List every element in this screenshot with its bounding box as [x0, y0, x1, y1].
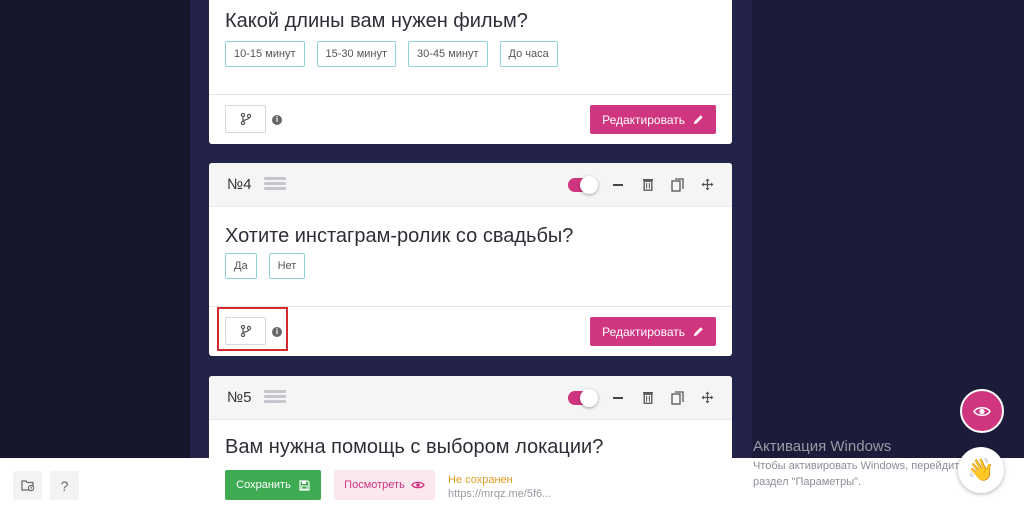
folder-clock-button[interactable] — [13, 471, 42, 500]
waving-hand-icon[interactable]: 👋 — [958, 447, 1004, 493]
question-text: Вам нужна помощь с выбором локации? — [225, 436, 604, 458]
answer-list: Да Нет — [225, 253, 306, 279]
question-text: Хотите инстаграм-ролик со свадьбы? — [225, 225, 574, 247]
move-icon[interactable] — [699, 389, 716, 406]
copy-icon[interactable] — [669, 389, 686, 406]
pencil-icon — [693, 327, 703, 337]
edit-button-label: Редактировать — [602, 324, 685, 339]
branch-button[interactable] — [225, 105, 266, 133]
branch-icon — [240, 113, 251, 125]
info-icon[interactable]: i — [272, 115, 282, 125]
question-text: Какой длины вам нужен фильм? — [225, 10, 528, 32]
copy-icon[interactable] — [669, 176, 686, 193]
edit-button[interactable]: Редактировать — [590, 317, 716, 346]
left-panel — [0, 0, 190, 513]
card-divider — [209, 94, 732, 95]
pencil-icon — [693, 115, 703, 125]
enable-toggle[interactable] — [568, 388, 598, 407]
edit-button-label: Редактировать — [602, 112, 685, 127]
quiz-url[interactable]: https://mrqz.me/5f6... — [448, 488, 551, 500]
list-icon[interactable] — [264, 177, 286, 193]
answer-chip[interactable]: Нет — [268, 253, 306, 279]
folder-clock-icon — [20, 480, 34, 492]
trash-icon[interactable] — [639, 389, 656, 406]
help-button[interactable]: ? — [50, 471, 79, 500]
question-number: №5 — [227, 389, 252, 406]
question-number: №4 — [227, 176, 252, 193]
preview-button[interactable]: Посмотреть — [334, 470, 435, 500]
answer-list: 10-15 минут 15-30 минут 30-45 минут До ч… — [225, 41, 558, 67]
preview-button-label: Посмотреть — [344, 479, 405, 491]
card-controls — [568, 388, 716, 407]
windows-activation-title: Активация Windows — [753, 438, 892, 455]
answer-chip[interactable]: 15-30 минут — [316, 41, 397, 67]
preview-fab[interactable] — [960, 389, 1004, 433]
minus-icon[interactable] — [609, 176, 626, 193]
answer-chip[interactable]: 10-15 минут — [225, 41, 305, 67]
move-icon[interactable] — [699, 176, 716, 193]
card-header: №5 — [209, 376, 732, 420]
question-card-3: Какой длины вам нужен фильм? 10-15 минут… — [209, 0, 732, 144]
edit-button[interactable]: Редактировать — [590, 105, 716, 134]
answer-chip[interactable]: 30-45 минут — [408, 41, 488, 67]
enable-toggle[interactable] — [568, 175, 598, 194]
eye-icon — [973, 406, 991, 416]
card-controls — [568, 175, 716, 194]
trash-icon[interactable] — [639, 176, 656, 193]
answer-chip[interactable]: До часа — [499, 41, 558, 67]
answer-chip[interactable]: Да — [225, 253, 257, 279]
save-status: Не сохранен — [448, 474, 513, 486]
question-card-5: №5 Вам нужна помощь с выбором локации? — [209, 376, 732, 466]
eye-icon — [411, 481, 425, 489]
save-button[interactable]: Сохранить — [225, 470, 321, 500]
highlight-box — [217, 307, 288, 351]
floppy-icon — [299, 479, 310, 491]
list-icon[interactable] — [264, 390, 286, 406]
minus-icon[interactable] — [609, 389, 626, 406]
card-header: №4 — [209, 163, 732, 207]
save-button-label: Сохранить — [236, 479, 291, 491]
